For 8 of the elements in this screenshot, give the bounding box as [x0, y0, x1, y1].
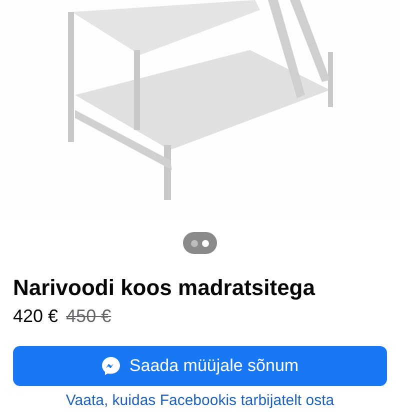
- listing-title: Narivoodi koos madratsitega: [13, 274, 316, 302]
- carousel-dot[interactable]: [191, 240, 198, 246]
- message-seller-button[interactable]: Saada müüjale sõnum: [13, 346, 387, 386]
- price: 420 €: [13, 305, 58, 328]
- messenger-icon: [101, 356, 122, 376]
- help-link[interactable]: Vaata, kuidas Facebookis tarbijatelt osta: [66, 392, 334, 409]
- old-price: 450 €: [66, 305, 112, 328]
- carousel-dot[interactable]: [202, 240, 209, 246]
